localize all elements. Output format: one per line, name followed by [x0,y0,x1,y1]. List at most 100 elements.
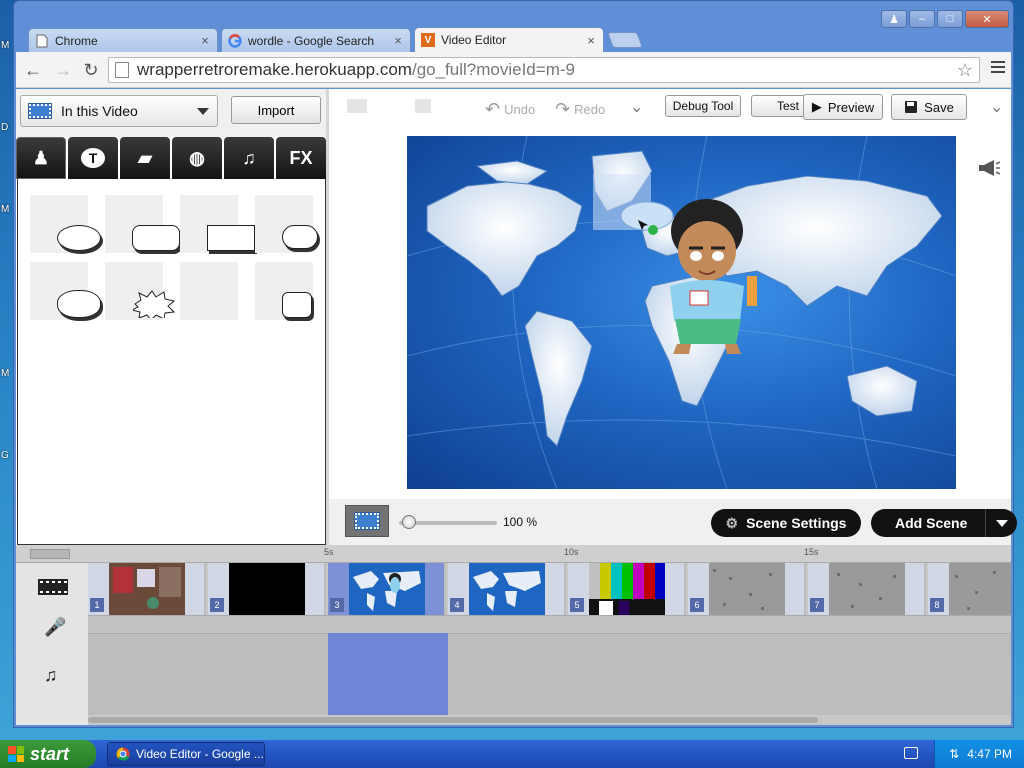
scene-thumbnail [949,563,1011,615]
scene-number: 2 [210,598,224,612]
fx-icon: FX [289,147,313,168]
chevron-down-icon[interactable]: ⌄ [990,97,1003,117]
copy-icon [347,99,367,113]
video-editor-page: In this Video Import ♟ T ▰ ◍ ♫ FX ↶ Undo… [16,89,1017,725]
save-button[interactable]: Save [891,94,967,120]
bookmark-star-icon[interactable]: ☆ [957,60,973,81]
floppy-icon [905,101,918,113]
basketball-icon: ◍ [189,147,205,168]
tab-character[interactable]: ♟ [16,137,66,179]
megaphone-icon[interactable] [977,159,1001,177]
scene-number: 7 [810,598,824,612]
import-button[interactable]: Import [231,96,321,124]
forward-button[interactable]: → [52,60,74,80]
reload-button[interactable]: ↻ [80,60,102,80]
undo-button[interactable]: ↶ Undo [485,99,535,120]
film-icon [28,103,52,119]
asset-speech-bubble[interactable] [105,195,180,253]
tab-text[interactable]: T [68,137,118,179]
scene-clip[interactable]: 7 [808,563,926,615]
scene-thumbnail [109,563,185,615]
category-tabs: ♟ T ▰ ◍ ♫ FX [16,137,326,179]
chevron-down-icon [995,519,1008,527]
add-scene-button[interactable]: Add Scene [871,509,1017,537]
tab-sports[interactable]: ◍ [172,137,222,179]
scene-clip[interactable]: 3 [328,563,446,615]
scene-clip[interactable]: 6 [688,563,806,615]
close-window-button[interactable]: ✕ [965,10,1009,28]
film-icon [354,512,380,530]
library-dropdown-label: In this Video [61,103,138,119]
timeline-tracks[interactable]: 1 2 3 4 5 6 7 8 [88,563,1011,725]
gear-icon: ⚙ [725,514,739,531]
zoom-slider-handle[interactable] [401,515,416,529]
tab-music[interactable]: ♫ [224,137,274,179]
redo-icon: ↷ [555,99,571,119]
chevron-down-icon [197,107,209,115]
asset-speech-bubble[interactable] [30,262,101,320]
library-dropdown[interactable]: In this Video [20,95,218,127]
selection-box [593,174,674,235]
system-tray: ⇅ 4:47 PM [934,740,1024,768]
music-lane[interactable] [88,633,1011,715]
tab-google-search[interactable]: wordle - Google Search × [221,28,411,52]
scene-thumbnail [349,563,425,615]
tab-strip: Chrome × wordle - Google Search × V Vide… [14,1,1013,52]
close-icon[interactable]: × [392,33,404,48]
network-icon[interactable]: ⇅ [949,747,959,761]
asset-thought-bubble[interactable] [255,195,318,253]
editor-toolbar: ↶ Undo ↷ Redo ⌄ Debug Tool Test ▶ Previe… [329,89,1011,127]
asset-speech-bubble[interactable] [30,195,101,253]
page-icon [115,62,129,78]
tab-video-editor[interactable]: V Video Editor × [414,27,604,52]
play-icon: ▶ [811,99,822,114]
asset-speech-bubble[interactable] [180,195,255,253]
start-button[interactable]: start [0,740,96,768]
taskbar-item-video-editor[interactable]: Video Editor - Google ... [107,742,265,766]
scene-thumbnail-button[interactable] [345,505,389,537]
world-map-background [407,136,956,489]
url-text: wrapperretroremake.herokuapp.com/go_full… [137,60,575,79]
scene-clip[interactable]: 4 [448,563,566,615]
scene-thumbnail [229,563,305,615]
voice-lane[interactable] [88,615,1011,633]
tick-label: 5s [324,547,334,557]
scene-thumbnail [709,563,785,615]
asset-speech-bubble[interactable] [255,262,313,320]
back-button[interactable]: ← [22,60,44,80]
scene-stage[interactable] [407,136,956,489]
redo-button[interactable]: ↷ Redo [555,99,605,120]
menu-icon[interactable] [991,61,1005,73]
music-note-icon: ♫ [242,147,256,168]
scene-settings-button[interactable]: ⚙ Scene Settings [711,509,861,537]
minimize-button[interactable]: – [909,10,935,28]
scene-clip[interactable]: 1 [88,563,206,615]
asset-shout-bubble[interactable] [105,262,176,320]
clock[interactable]: 4:47 PM [967,747,1012,761]
close-icon[interactable]: × [585,33,597,48]
text-bubble-icon: T [81,148,105,168]
new-tab-button[interactable] [607,32,643,48]
maximize-button[interactable]: □ [937,10,963,28]
test-button[interactable]: Test [751,95,811,117]
music-note-icon: ♫ [44,665,58,685]
start-label: start [30,743,70,764]
timeline-zoom-control[interactable] [30,549,70,559]
tab-prop[interactable]: ▰ [120,137,170,179]
tab-chrome[interactable]: Chrome × [28,28,218,52]
timeline-scrollbar[interactable] [88,717,818,723]
preview-button[interactable]: ▶ Preview [803,94,883,120]
address-bar[interactable]: wrapperretroremake.herokuapp.com/go_full… [108,57,980,83]
chevron-down-icon[interactable]: ⌄ [630,97,643,117]
keyboard-icon[interactable] [904,747,918,759]
tab-fx[interactable]: FX [276,137,326,179]
scene-clip[interactable]: 5 [568,563,686,615]
debug-tool-button[interactable]: Debug Tool [665,95,741,117]
panel-splitter[interactable] [326,89,329,545]
scene-clip[interactable]: 2 [208,563,326,615]
add-scene-dropdown[interactable] [985,509,1017,537]
timeline-ruler[interactable]: 5s 10s 15s [16,545,1011,563]
scene-clip[interactable]: 8 [928,563,1011,615]
user-icon[interactable]: ♟ [881,10,907,28]
close-icon[interactable]: × [199,33,211,48]
